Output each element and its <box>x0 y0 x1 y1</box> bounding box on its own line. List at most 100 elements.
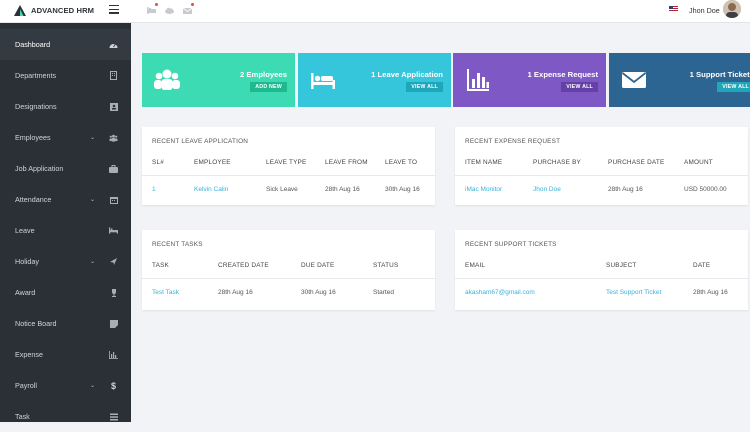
dollar-icon: $ <box>110 380 116 391</box>
table-cell: 30th Aug 16 <box>385 186 420 193</box>
sidebar-item-award[interactable]: Award <box>0 277 131 308</box>
sidebar-item-job-application[interactable]: Job Application <box>0 153 131 184</box>
employees-card[interactable]: 2 Employees ADD NEW <box>142 53 295 107</box>
add-new-button[interactable]: ADD NEW <box>250 82 287 92</box>
column-header: EMAIL <box>465 262 486 269</box>
mail-notification-icon[interactable] <box>182 3 194 15</box>
brand-name: ADVANCED HRM <box>31 6 95 15</box>
sidebar-item-employees[interactable]: Employees ⌄ <box>0 122 131 153</box>
column-header: CREATED DATE <box>218 262 269 269</box>
panel-title: RECENT TASKS <box>152 241 203 248</box>
expense-card[interactable]: 1 Expense Request VIEW ALL <box>453 53 606 107</box>
sidebar-item-departments[interactable]: Departments <box>0 60 131 91</box>
tickets-count: 1 Support Tickets <box>689 70 750 79</box>
tickets-card[interactable]: 1 Support Tickets VIEW ALL <box>609 53 750 107</box>
sidebar-item-task[interactable]: Task <box>0 401 131 432</box>
bed-icon <box>311 73 335 89</box>
sidebar-item-leave[interactable]: Leave <box>0 215 131 246</box>
sidebar-item-label: Departments <box>15 71 57 80</box>
table-cell: Started <box>373 289 394 296</box>
expense-count: 1 Expense Request <box>527 70 599 79</box>
top-bar: ADVANCED HRM Jhon Doe <box>0 0 750 23</box>
plane-icon <box>109 257 118 266</box>
chevron-down-icon: ⌄ <box>90 135 96 141</box>
view-all-expense-button[interactable]: VIEW ALL <box>561 82 598 92</box>
users-icon <box>109 133 118 142</box>
table-cell: 30th Aug 16 <box>301 289 336 296</box>
dashboard-icon <box>109 40 118 49</box>
bed-icon <box>109 226 118 235</box>
briefcase-icon <box>109 164 118 173</box>
sidebar-item-dashboard[interactable]: Dashboard <box>0 29 131 60</box>
divider <box>455 175 748 176</box>
column-header: PURCHASE BY <box>533 159 582 166</box>
divider <box>142 175 435 176</box>
recent-tickets-panel: RECENT SUPPORT TICKETS EMAIL SUBJECT DAT… <box>455 230 748 310</box>
sidebar-item-designations[interactable]: Designations <box>0 91 131 122</box>
sidebar-item-label: Payroll <box>15 381 37 390</box>
table-cell: 28th Aug 16 <box>325 186 360 193</box>
sidebar-item-attendance[interactable]: Attendance ⌄ <box>0 184 131 215</box>
table-cell[interactable]: iMac Monitor <box>465 186 502 193</box>
panel-title: RECENT SUPPORT TICKETS <box>465 241 557 248</box>
sidebar-item-label: Designations <box>15 102 57 111</box>
list-icon <box>109 412 118 421</box>
chevron-down-icon: ⌄ <box>90 259 96 265</box>
table-cell[interactable]: Jhon Doe <box>533 186 561 193</box>
table-cell: 28th Aug 16 <box>218 289 253 296</box>
leave-card[interactable]: 1 Leave Application VIEW ALL <box>298 53 451 107</box>
divider <box>142 278 435 279</box>
sidebar-item-holiday[interactable]: Holiday ⌄ <box>0 246 131 277</box>
divider <box>455 278 748 279</box>
table-cell: Sick Leave <box>266 186 298 193</box>
column-header: DATE <box>693 262 711 269</box>
employees-count: 2 Employees <box>239 70 287 79</box>
sidebar: Dashboard Departments Designations Emplo… <box>0 23 131 422</box>
sidebar-item-expense[interactable]: Expense <box>0 339 131 370</box>
building-icon <box>109 71 118 80</box>
bed-notification-icon[interactable] <box>146 3 158 15</box>
avatar[interactable] <box>723 0 741 18</box>
sidebar-item-label: Expense <box>15 350 43 359</box>
view-all-tickets-button[interactable]: VIEW ALL <box>717 82 750 92</box>
bar-chart-icon <box>109 350 118 359</box>
sidebar-item-label: Holiday <box>15 257 39 266</box>
column-header: LEAVE FROM <box>325 159 368 166</box>
sidebar-item-label: Task <box>15 412 30 421</box>
calendar-icon <box>109 195 118 204</box>
sidebar-item-notice-board[interactable]: Notice Board <box>0 308 131 339</box>
recent-expense-panel: RECENT EXPENSE REQUEST ITEM NAME PURCHAS… <box>455 127 748 205</box>
sidebar-item-label: Attendance <box>15 195 52 204</box>
logo-icon <box>14 5 26 16</box>
bar-chart-icon <box>467 69 489 91</box>
sidebar-item-label: Award <box>15 288 36 297</box>
column-header: DUE DATE <box>301 262 335 269</box>
users-icon <box>154 69 180 90</box>
trophy-icon <box>109 288 118 297</box>
us-flag-icon[interactable] <box>669 6 678 12</box>
column-header: PURCHASE DATE <box>608 159 665 166</box>
column-header: SUBJECT <box>606 262 637 269</box>
envelope-icon <box>621 72 647 88</box>
view-all-leave-button[interactable]: VIEW ALL <box>406 82 443 92</box>
user-name[interactable]: Jhon Doe <box>689 6 720 15</box>
table-cell[interactable]: Test Support Ticket <box>606 289 661 296</box>
cloud-icon[interactable] <box>164 3 176 15</box>
table-cell[interactable]: Kelvin Calin <box>194 186 228 193</box>
table-cell[interactable]: akasham67@gmail.com <box>465 289 535 296</box>
table-cell[interactable]: 1 <box>152 186 156 193</box>
recent-tasks-panel: RECENT TASKS TASK CREATED DATE DUE DATE … <box>142 230 435 310</box>
chevron-down-icon: ⌄ <box>90 197 96 203</box>
sidebar-item-label: Job Application <box>15 164 64 173</box>
table-cell: 28th Aug 16 <box>608 186 643 193</box>
table-cell[interactable]: Test Task <box>152 289 179 296</box>
table-cell: USD 50000.00 <box>684 186 727 193</box>
notice-icon <box>109 319 118 328</box>
menu-toggle-icon[interactable] <box>109 5 119 15</box>
column-header: ITEM NAME <box>465 159 503 166</box>
column-header: TASK <box>152 262 170 269</box>
panel-title: RECENT EXPENSE REQUEST <box>465 138 561 145</box>
column-header: STATUS <box>373 262 399 269</box>
sidebar-item-payroll[interactable]: Payroll ⌄ $ <box>0 370 131 401</box>
id-card-icon <box>109 102 118 111</box>
